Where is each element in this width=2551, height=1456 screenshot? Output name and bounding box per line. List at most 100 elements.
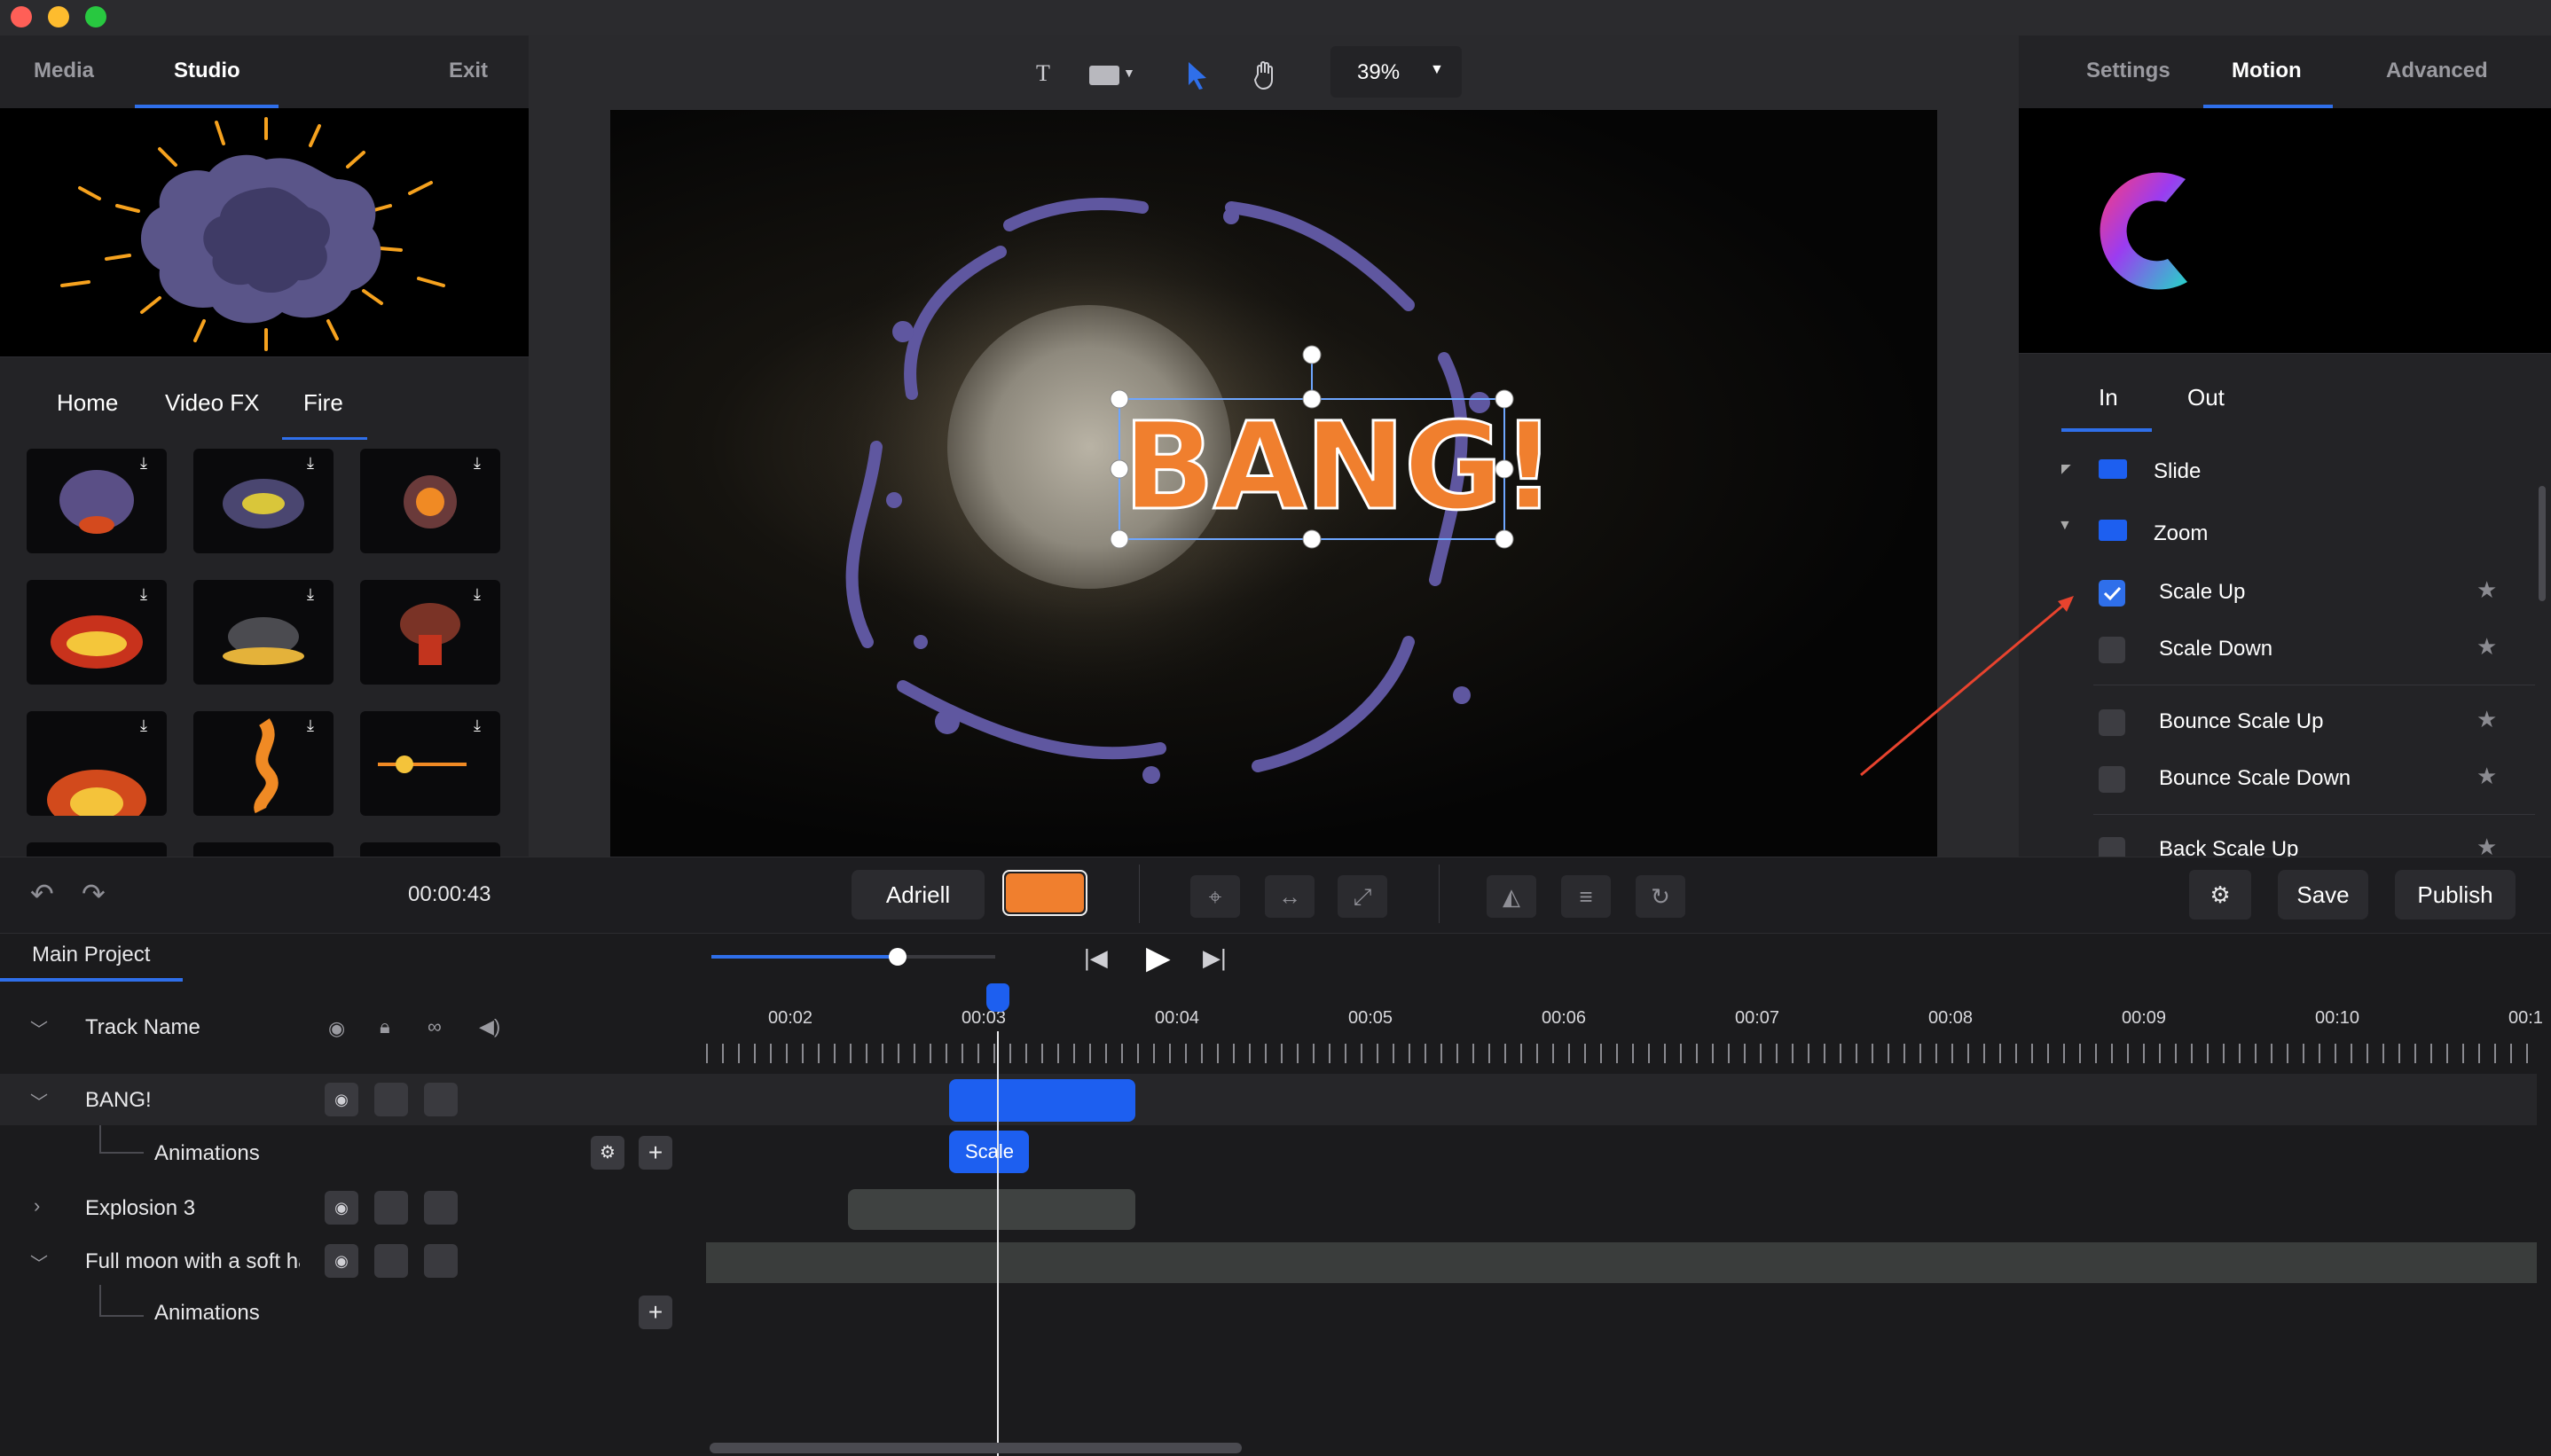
text-tool-icon[interactable]: T [1036,60,1050,87]
zoom-select[interactable]: 39% ▼ [1330,46,1462,98]
subtab-fire[interactable]: Fire [303,389,343,417]
add-animation-button[interactable]: + [639,1296,672,1329]
anim-scale-down[interactable]: Scale Down [2159,637,2272,661]
anim-scale-up[interactable]: Scale Up [2159,580,2245,605]
eye-icon[interactable]: ◉ [325,1244,358,1278]
chevron-down-icon[interactable]: ﹀ [30,1249,48,1275]
chevron-down-icon[interactable]: ▼ [1123,66,1135,80]
playhead-line[interactable] [997,1031,999,1456]
download-icon[interactable]: ⤓ [307,716,326,736]
redo-icon[interactable]: ↷ [82,877,106,911]
lock-toggle[interactable] [374,1191,408,1225]
animation-clip-scale[interactable]: Scale [949,1131,1029,1173]
solo-toggle[interactable] [424,1083,458,1116]
effect-thumbnail[interactable]: ⤓ [27,580,167,685]
tab-advanced[interactable]: Advanced [2386,59,2488,83]
favorite-star-icon[interactable]: ★ [2476,763,2497,790]
effect-thumbnail[interactable] [193,842,334,857]
effect-thumbnail[interactable] [27,842,167,857]
download-icon[interactable]: ⤓ [474,454,493,474]
rotate-icon[interactable]: ↻ [1636,875,1685,918]
tab-exit[interactable]: Exit [449,59,488,83]
tab-settings[interactable]: Settings [2086,59,2170,83]
playhead-handle[interactable] [986,983,1009,1012]
stage-canvas[interactable]: BANG! [610,110,1937,857]
track-row-moon[interactable]: ﹀ Full moon with a soft ha ◉ [0,1235,2537,1287]
folder-slide[interactable]: Slide [2154,459,2201,484]
caret-right-icon[interactable]: ◤ [2061,461,2071,476]
gear-icon[interactable]: ⚙ [591,1136,624,1170]
download-icon[interactable]: ⤓ [474,585,493,605]
publish-button[interactable]: Publish [2395,870,2516,920]
clip-moon[interactable] [706,1242,2537,1283]
eye-icon[interactable]: ◉ [325,1083,358,1116]
skip-forward-icon[interactable]: ▶| [1203,944,1227,972]
effect-thumbnail[interactable]: ⤓ [360,449,500,553]
tab-in[interactable]: In [2099,384,2118,411]
font-select[interactable]: Adriell [852,870,985,920]
scale-down-checkbox[interactable] [2099,637,2125,663]
download-icon[interactable]: ⤓ [474,716,493,736]
skip-back-icon[interactable]: |◀ [1084,944,1108,972]
eye-icon[interactable]: ◉ [328,1017,345,1040]
tab-main-project[interactable]: Main Project [32,943,150,967]
horizontal-arrows-icon[interactable]: ↔ [1265,875,1315,918]
bounce-scale-up-checkbox[interactable] [2099,709,2125,736]
bang-text-object[interactable]: BANG! [1122,392,1558,543]
minimize-window-button[interactable] [48,6,69,27]
folder-zoom[interactable]: Zoom [2154,521,2208,546]
save-button[interactable]: Save [2278,870,2368,920]
favorite-star-icon[interactable]: ★ [2476,834,2497,857]
add-animation-button[interactable]: + [639,1136,672,1170]
effect-thumbnail[interactable] [360,842,500,857]
effect-thumbnail[interactable]: ⤓ [27,449,167,553]
anim-bounce-scale-up[interactable]: Bounce Scale Up [2159,709,2323,734]
select-tool-icon[interactable] [1185,60,1210,95]
gear-icon[interactable]: ⚙ [2189,870,2251,920]
align-icon[interactable]: ≡ [1561,875,1611,918]
zoom-window-button[interactable] [85,6,106,27]
chevron-down-icon[interactable]: ▼ [2058,518,2072,534]
hand-tool-icon[interactable] [1252,60,1277,95]
clip-explosion[interactable] [848,1189,1135,1230]
tab-motion[interactable]: Motion [2232,59,2302,83]
effect-thumbnail[interactable]: ⤓ [27,711,167,816]
clip-bang[interactable] [949,1079,1135,1122]
scrollbar[interactable] [2539,486,2546,601]
favorite-star-icon[interactable]: ★ [2476,633,2497,661]
tab-media[interactable]: Media [34,59,94,83]
track-name[interactable]: Full moon with a soft ha [85,1249,300,1274]
solo-toggle[interactable] [424,1244,458,1278]
undo-icon[interactable]: ↶ [30,877,54,911]
timeline-scrollbar[interactable] [710,1443,1242,1453]
scale-up-checkbox[interactable] [2099,580,2125,607]
anim-bounce-scale-down[interactable]: Bounce Scale Down [2159,766,2351,791]
lock-toggle[interactable] [374,1244,408,1278]
effect-thumbnail[interactable]: ⤓ [360,711,500,816]
color-swatch[interactable] [1002,870,1087,916]
close-window-button[interactable] [11,6,32,27]
solo-toggle[interactable] [424,1191,458,1225]
effect-thumbnail[interactable]: ⤓ [193,580,334,685]
eye-icon[interactable]: ◉ [325,1191,358,1225]
download-icon[interactable]: ⤓ [307,454,326,474]
favorite-star-icon[interactable]: ★ [2476,576,2497,604]
binoculars-icon[interactable]: ∞ [428,1015,442,1038]
subtab-video-fx[interactable]: Video FX [165,389,259,417]
anim-back-scale-up[interactable]: Back Scale Up [2159,837,2298,857]
effect-thumbnail[interactable]: ⤓ [193,711,334,816]
subtab-home[interactable]: Home [57,389,118,417]
play-icon[interactable]: ▶ [1146,939,1171,976]
track-name[interactable]: BANG! [85,1088,152,1113]
crosshair-icon[interactable]: ⌖ [1190,875,1240,918]
track-row-explosion[interactable]: › Explosion 3 ◉ [0,1182,2537,1233]
tab-studio[interactable]: Studio [174,59,240,83]
volume-slider-thumb[interactable] [889,948,907,966]
rotation-handle[interactable] [1302,345,1322,364]
download-icon[interactable]: ⤓ [140,454,160,474]
effect-thumbnail[interactable]: ⤓ [360,580,500,685]
flip-icon[interactable]: ◭ [1487,875,1536,918]
chevron-down-icon[interactable]: ﹀ [30,1015,48,1041]
bounce-scale-down-checkbox[interactable] [2099,766,2125,793]
chevron-right-icon[interactable]: › [34,1194,40,1217]
